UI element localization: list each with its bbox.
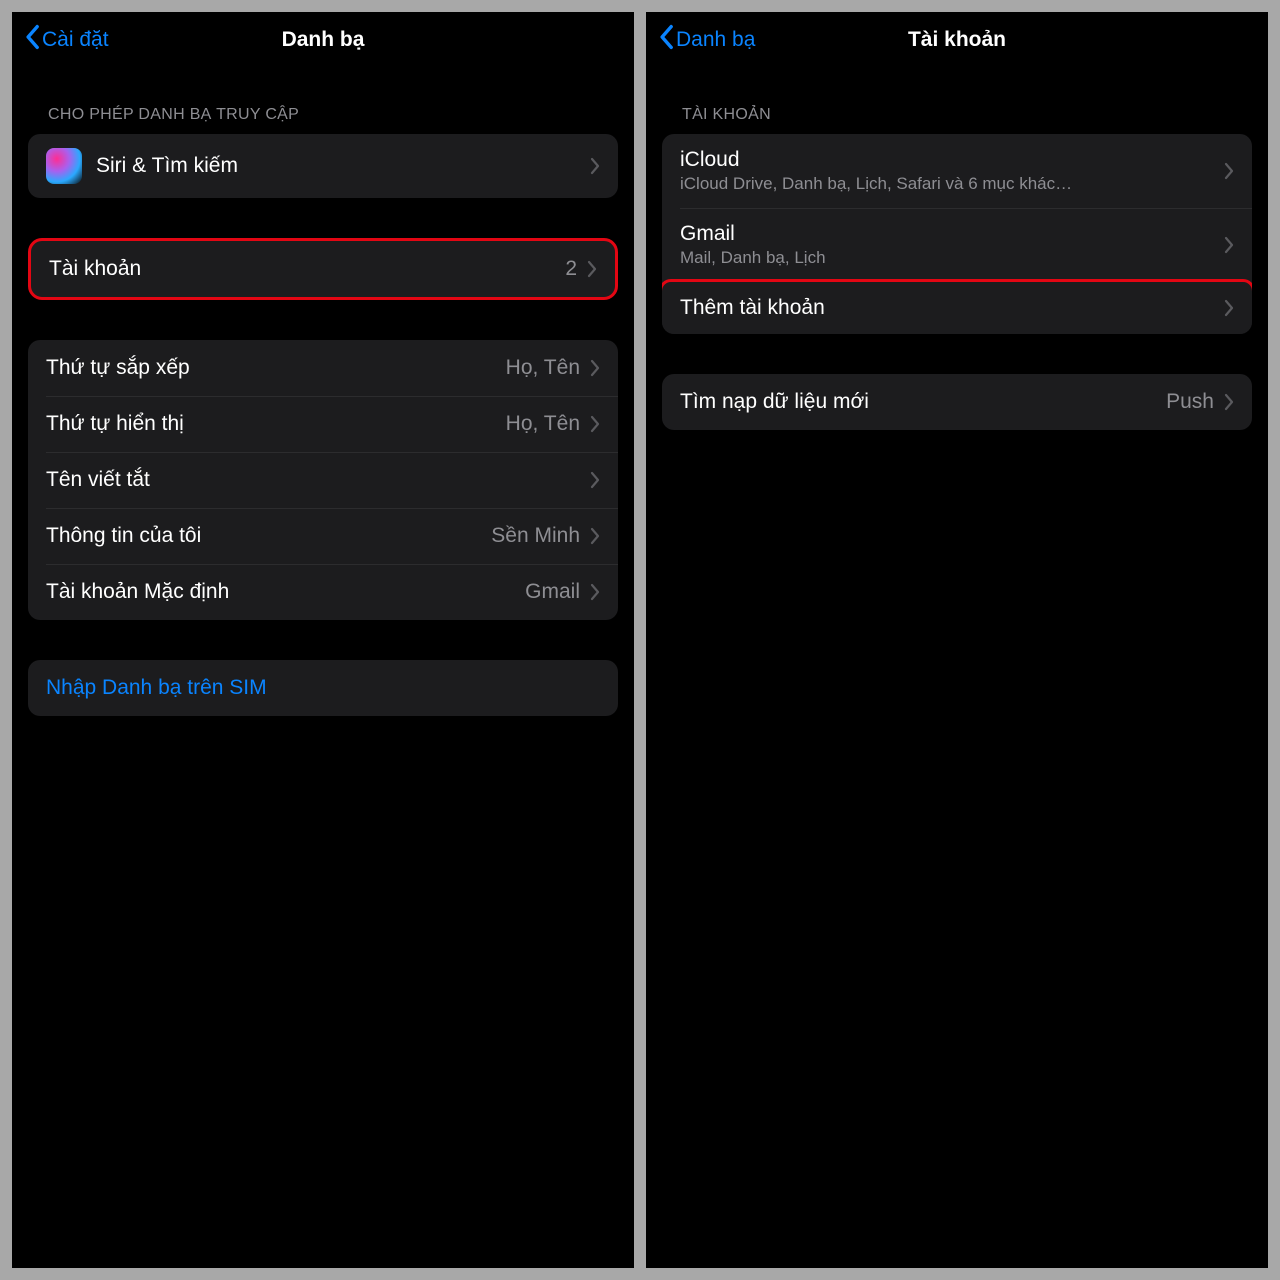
chevron-right-icon [590,157,600,175]
group-accounts-list: iCloud iCloud Drive, Danh bạ, Lịch, Safa… [662,134,1252,334]
chevron-left-icon [24,24,40,56]
row-sublabel: iCloud Drive, Danh bạ, Lịch, Safari và 6… [680,174,1224,194]
row-accounts[interactable]: Tài khoản 2 [31,241,615,297]
row-default-account[interactable]: Tài khoản Mặc định Gmail [28,564,618,620]
screen-contacts-settings: Cài đặt Danh bạ CHO PHÉP DANH BẠ TRUY CẬ… [12,12,634,1268]
row-value: 2 [565,257,577,281]
row-icloud[interactable]: iCloud iCloud Drive, Danh bạ, Lịch, Safa… [662,134,1252,208]
section-header-allow-access: CHO PHÉP DANH BẠ TRUY CẬP [12,68,634,134]
row-siri-search[interactable]: Siri & Tìm kiếm [28,134,618,198]
row-gmail[interactable]: Gmail Mail, Danh bạ, Lịch [662,208,1252,282]
chevron-right-icon [1224,236,1234,254]
row-add-account-highlighted[interactable]: Thêm tài khoản [662,279,1252,334]
siri-icon [46,148,82,184]
row-label: Thứ tự sắp xếp [46,356,506,380]
row-label: Tên viết tắt [46,468,590,492]
group-siri: Siri & Tìm kiếm [28,134,618,198]
row-label: Thông tin của tôi [46,524,491,548]
back-label: Cài đặt [42,28,109,52]
row-short-name[interactable]: Tên viết tắt [28,452,618,508]
section-header-accounts: TÀI KHOẢN [646,68,1268,134]
row-label: Tìm nạp dữ liệu mới [680,390,1166,414]
row-link-label: Nhập Danh bạ trên SIM [46,676,267,700]
row-value: Họ, Tên [506,412,580,436]
row-value: Sền Minh [491,524,580,548]
row-label: iCloud [680,148,1224,172]
row-fetch-data[interactable]: Tìm nạp dữ liệu mới Push [662,374,1252,430]
back-label: Danh bạ [676,28,755,52]
nav-title: Danh bạ [282,28,365,52]
row-sort-order[interactable]: Thứ tự sắp xếp Họ, Tên [28,340,618,396]
group-accounts-highlighted: Tài khoản 2 [28,238,618,300]
chevron-right-icon [587,260,597,278]
row-value: Gmail [525,580,580,604]
row-label: Tài khoản Mặc định [46,580,525,604]
chevron-right-icon [1224,299,1234,317]
back-button[interactable]: Cài đặt [24,24,109,56]
row-label: Gmail [680,222,1224,246]
chevron-right-icon [590,359,600,377]
group-sim-import: Nhập Danh bạ trên SIM [28,660,618,716]
chevron-right-icon [590,415,600,433]
chevron-right-icon [1224,393,1234,411]
chevron-left-icon [658,24,674,56]
group-fetch: Tìm nạp dữ liệu mới Push [662,374,1252,430]
nav-bar: Cài đặt Danh bạ [12,12,634,68]
screen-accounts: Danh bạ Tài khoản TÀI KHOẢN iCloud iClou… [646,12,1268,1268]
back-button[interactable]: Danh bạ [658,24,755,56]
row-label: Thêm tài khoản [680,296,1224,320]
chevron-right-icon [590,583,600,601]
row-import-sim[interactable]: Nhập Danh bạ trên SIM [28,660,618,716]
nav-bar: Danh bạ Tài khoản [646,12,1268,68]
chevron-right-icon [590,471,600,489]
chevron-right-icon [1224,162,1234,180]
row-value: Push [1166,390,1214,414]
row-label: Siri & Tìm kiếm [96,154,590,178]
row-label: Tài khoản [49,257,565,281]
nav-title: Tài khoản [908,28,1006,52]
row-my-info[interactable]: Thông tin của tôi Sền Minh [28,508,618,564]
group-preferences: Thứ tự sắp xếp Họ, Tên Thứ tự hiển thị H… [28,340,618,620]
row-value: Họ, Tên [506,356,580,380]
row-sublabel: Mail, Danh bạ, Lịch [680,248,1224,268]
chevron-right-icon [590,527,600,545]
row-label: Thứ tự hiển thị [46,412,506,436]
row-display-order[interactable]: Thứ tự hiển thị Họ, Tên [28,396,618,452]
